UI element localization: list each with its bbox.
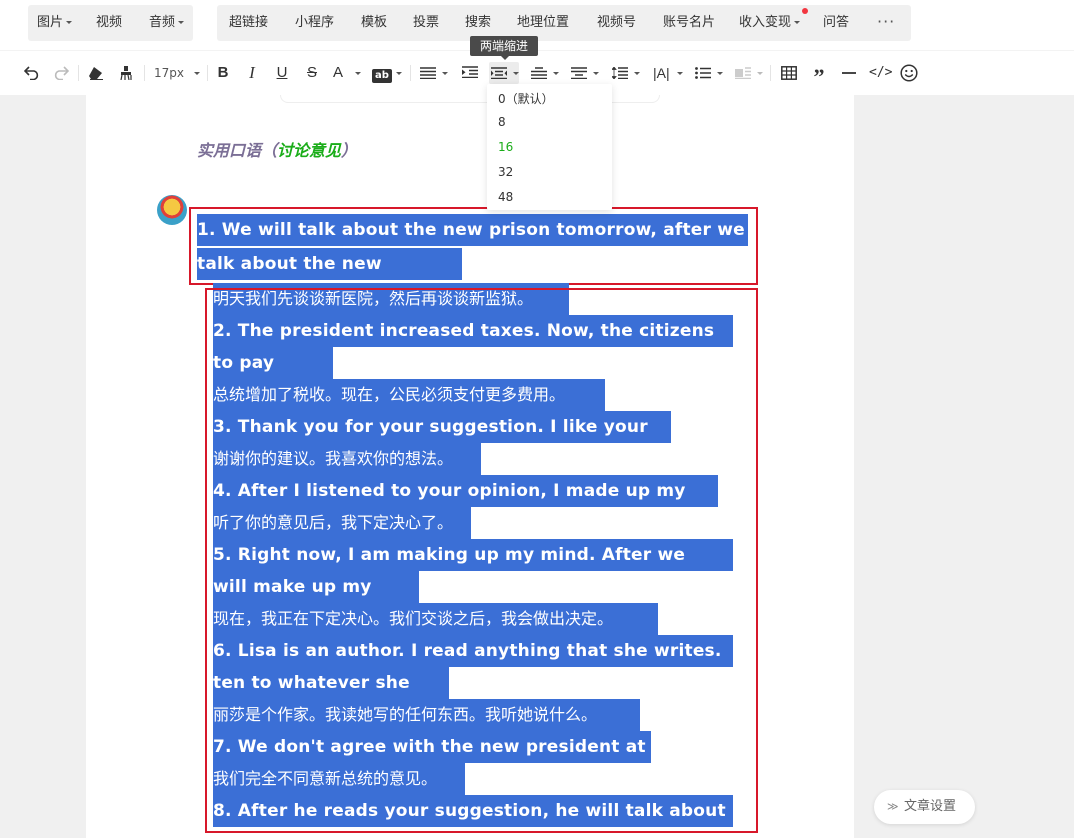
chevron-down-icon	[757, 72, 763, 75]
chevron-down-icon	[66, 21, 73, 24]
chevron-down-icon	[634, 72, 640, 75]
line-height-icon[interactable]	[612, 62, 640, 84]
background-color-icon[interactable]: ab	[372, 62, 402, 84]
selected-text-line[interactable]: 8. After he reads your suggestion, he wi…	[213, 795, 733, 838]
indent-option[interactable]: 0（默认）	[498, 90, 554, 107]
chevron-down-icon	[178, 21, 185, 24]
chevron-down-icon	[194, 72, 200, 75]
selected-text-line[interactable]: 5. Right now, I am making up my mind. Af…	[213, 539, 733, 597]
insert-vote-button[interactable]: 投票	[413, 5, 439, 41]
strikethrough-icon[interactable]: S	[303, 62, 321, 84]
selected-text-line[interactable]: 4. After I listened to your opinion, I m…	[213, 475, 718, 533]
article-settings-button[interactable]: ≫ 文章设置	[874, 790, 975, 824]
chevron-down-icon	[513, 72, 519, 75]
selected-text-line[interactable]: ten to whatever she says.	[213, 667, 449, 725]
insert-account-card-button[interactable]: 账号名片	[663, 5, 715, 41]
quote-icon[interactable]: ”	[810, 62, 828, 89]
media-group: 图片 视频 音频	[28, 5, 193, 41]
image-layout-icon[interactable]	[735, 62, 763, 84]
insert-miniprogram-button[interactable]: 小程序	[295, 5, 334, 41]
chevron-down-icon	[355, 72, 361, 75]
align-icon[interactable]	[420, 62, 448, 84]
clear-format-icon[interactable]	[87, 62, 105, 84]
redo-icon[interactable]	[52, 62, 70, 84]
selected-text-line[interactable]: 6. Lisa is an author. I read anything th…	[213, 635, 733, 693]
italic-icon[interactable]: I	[243, 62, 261, 84]
justify-indent-button[interactable]	[489, 62, 519, 84]
chevron-down-icon	[396, 72, 402, 75]
font-color-icon[interactable]: A	[333, 62, 361, 84]
selected-text-line[interactable]: will make up my mind.	[213, 571, 419, 629]
horizontal-rule-icon[interactable]	[840, 62, 858, 84]
notification-dot	[802, 8, 808, 14]
insert-audio-button[interactable]: 音频	[149, 5, 185, 41]
underline-icon[interactable]: U	[273, 62, 291, 84]
indent-option[interactable]: 8	[498, 115, 506, 129]
selected-text-line[interactable]: 总统增加了税收。现在，公民必须支付更多费用。	[213, 379, 605, 411]
indent-tooltip: 两端缩进	[470, 36, 539, 60]
indent-option-selected[interactable]: 16	[498, 140, 513, 154]
section-heading: 实用口语（讨论意见）	[197, 141, 358, 160]
list-icon[interactable]	[695, 62, 723, 84]
selected-text-line[interactable]: 2. The president increased taxes. Now, t…	[213, 315, 733, 373]
insert-image-button[interactable]: 图片	[37, 5, 73, 41]
insert-video-button[interactable]: 视频	[96, 5, 122, 41]
avatar	[157, 195, 187, 225]
selected-text-line[interactable]: 听了你的意见后，我下定决心了。	[213, 507, 471, 539]
chevron-down-icon	[442, 72, 448, 75]
emoji-icon[interactable]	[899, 62, 919, 84]
paragraph-spacing-icon[interactable]	[531, 62, 559, 84]
chevron-down-icon	[677, 72, 683, 75]
monetization-button[interactable]: 收入变现	[739, 5, 801, 41]
selected-text-line[interactable]: talk about the new hospital.	[197, 248, 462, 306]
indent-option[interactable]: 32	[498, 165, 513, 179]
selected-text-line[interactable]: to pay more.	[213, 347, 333, 405]
insert-hyperlink-button[interactable]: 超链接	[229, 5, 268, 41]
selected-text-line[interactable]: 谢谢你的建议。我喜欢你的想法。	[213, 443, 481, 475]
insert-group: 超链接 小程序 模板 投票 搜索 地理位置 视频号 账号名片 收入变现 问答 ·…	[217, 5, 911, 41]
double-chevron-down-icon: ≫	[887, 800, 899, 813]
chevron-down-icon	[593, 72, 599, 75]
font-size-select[interactable]: 17px	[154, 62, 202, 84]
chevron-down-icon	[717, 72, 723, 75]
indent-icon[interactable]	[461, 62, 479, 84]
selected-text-line[interactable]: 1. We will talk about the new prison tom…	[197, 214, 748, 246]
undo-icon[interactable]	[23, 62, 41, 84]
insert-template-button[interactable]: 模板	[361, 5, 387, 41]
selected-text-line[interactable]: 丽莎是个作家。我读她写的任何东西。我听她说什么。	[213, 699, 640, 731]
selected-text-line[interactable]: 明天我们先谈谈新医院，然后再谈谈新监狱。	[213, 283, 569, 315]
selected-text-line[interactable]: 7. We don't agree with the new president…	[213, 731, 651, 789]
indent-option[interactable]: 48	[498, 190, 513, 204]
spacing-after-icon[interactable]	[571, 62, 599, 84]
bold-icon[interactable]: B	[214, 62, 232, 84]
format-painter-icon[interactable]	[117, 62, 135, 84]
insert-channels-button[interactable]: 视频号	[597, 5, 636, 41]
ellipsis-icon[interactable]: ···	[877, 4, 895, 40]
selected-text-line[interactable]: 3. Thank you for your suggestion. I like…	[213, 411, 671, 469]
indent-dropdown: 0（默认） 8 16 32 48	[487, 84, 612, 210]
selected-text-line[interactable]: 现在，我正在下定决心。我们交谈之后，我会做出决定。	[213, 603, 658, 635]
selected-text-line[interactable]: 我们完全不同意新总统的意见。	[213, 763, 465, 795]
insert-qa-button[interactable]: 问答	[823, 5, 849, 41]
chevron-down-icon	[553, 72, 559, 75]
code-icon[interactable]: </>	[869, 62, 892, 84]
letter-spacing-icon[interactable]: |A|	[653, 62, 683, 84]
chevron-down-icon	[794, 21, 801, 24]
table-icon[interactable]	[780, 62, 798, 84]
